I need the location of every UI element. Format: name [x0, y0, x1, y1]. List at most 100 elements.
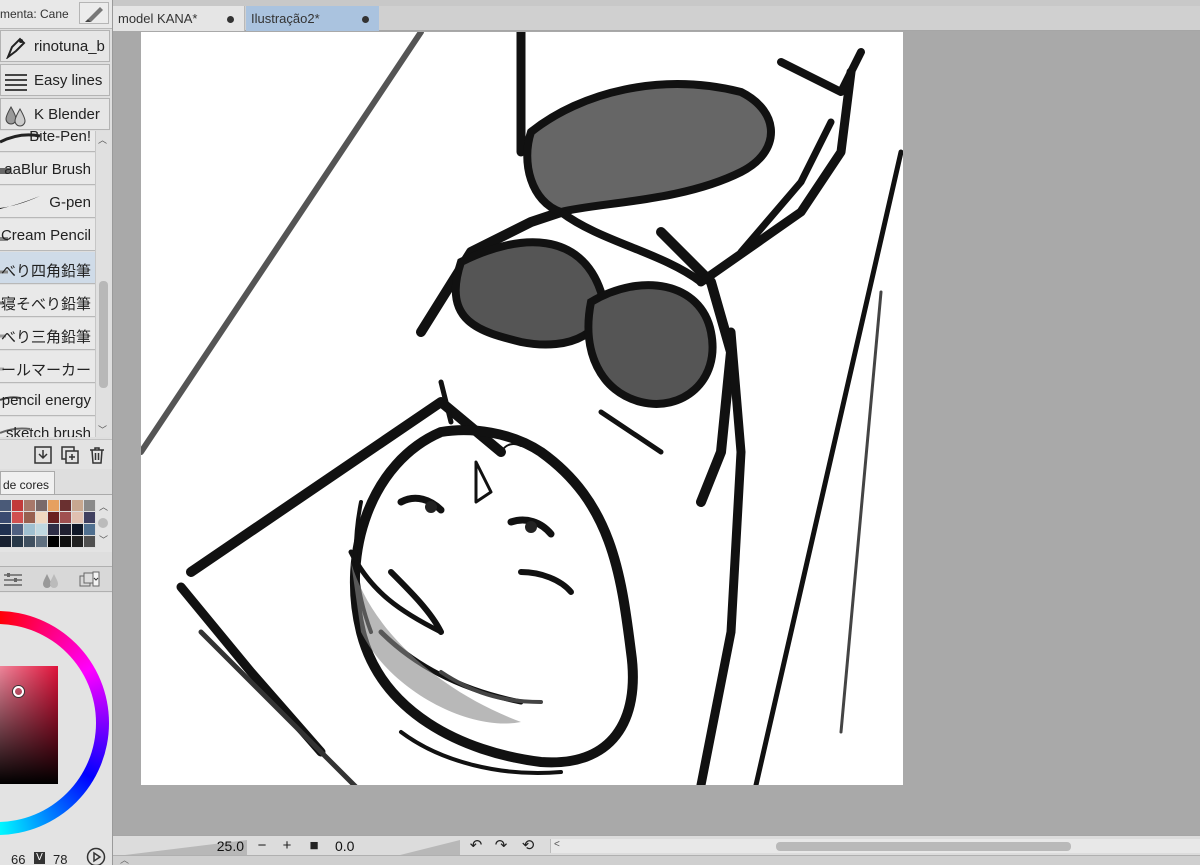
- color-swatch[interactable]: [36, 536, 48, 548]
- color-swatch[interactable]: [60, 500, 72, 512]
- brush-item[interactable]: pencil energy: [0, 384, 95, 416]
- brush-item-selected[interactable]: べり四角鉛筆: [0, 252, 95, 284]
- brush-item[interactable]: G-pen: [0, 186, 95, 218]
- color-swatch[interactable]: [0, 524, 12, 536]
- trash-icon[interactable]: [87, 445, 107, 465]
- rotation-slider[interactable]: [396, 840, 460, 856]
- brush-easy-lines[interactable]: Easy lines: [0, 64, 110, 96]
- brush-item[interactable]: Bite-Pen!: [0, 131, 95, 152]
- color-swatch[interactable]: [72, 512, 84, 524]
- brush-label: 寝そべり鉛筆: [0, 296, 91, 313]
- tab-ilustracao2[interactable]: Ilustração2*: [246, 6, 379, 31]
- brush-item[interactable]: コールマーカー: [0, 351, 95, 383]
- color-swatch[interactable]: [48, 512, 60, 524]
- color-swatch[interactable]: [0, 536, 12, 548]
- brush-k-blender[interactable]: K Blender: [0, 98, 110, 130]
- play-icon[interactable]: [86, 847, 106, 865]
- zoom-value[interactable]: 25.0: [170, 838, 248, 856]
- brush-item[interactable]: べり三角鉛筆: [0, 318, 95, 350]
- color-picker-cursor[interactable]: [13, 686, 24, 697]
- color-swatch[interactable]: [0, 512, 12, 524]
- color-swatch[interactable]: [72, 536, 84, 548]
- sliders-icon[interactable]: [2, 571, 24, 589]
- zoom-out-button[interactable]: −: [251, 837, 273, 855]
- tab-label: model KANA*: [118, 11, 198, 26]
- rotation-value[interactable]: 0.0: [331, 838, 393, 856]
- color-swatch[interactable]: [12, 524, 24, 536]
- brush-item[interactable]: aaBlur Brush: [0, 153, 95, 185]
- scrollbar-thumb[interactable]: [99, 281, 108, 388]
- sketch-artwork: [141, 32, 903, 785]
- color-swatch[interactable]: [60, 512, 72, 524]
- fit-view-button[interactable]: ■: [303, 837, 325, 855]
- color-swatch[interactable]: [0, 500, 12, 512]
- color-swatch[interactable]: [48, 524, 60, 536]
- chevron-left-icon[interactable]: <: [554, 839, 560, 850]
- chevron-up-icon[interactable]: ︿: [120, 853, 129, 865]
- brush-label: rinotuna_b: [34, 38, 105, 55]
- chevron-up-icon[interactable]: ︿: [98, 133, 107, 146]
- color-swatch-grid: [0, 500, 96, 548]
- hsv-value-1: 66: [11, 852, 26, 865]
- zoom-in-button[interactable]: +: [276, 837, 298, 855]
- tab-color-set[interactable]: de cores: [0, 471, 55, 495]
- duplicate-icon[interactable]: [60, 445, 80, 465]
- pen-nib-icon: [4, 35, 28, 60]
- tab-model-kana[interactable]: model KANA*: [113, 6, 245, 31]
- pen-tool-icon[interactable]: [79, 2, 109, 24]
- color-swatch[interactable]: [12, 500, 24, 512]
- color-swatch[interactable]: [48, 500, 60, 512]
- color-swatch[interactable]: [72, 524, 84, 536]
- color-swatch[interactable]: [72, 500, 84, 512]
- color-swatch[interactable]: [60, 524, 72, 536]
- drops-icon[interactable]: [40, 571, 62, 589]
- color-set-panel: ︿ ﹀: [0, 494, 112, 552]
- reset-rotation-icon[interactable]: ⟲: [517, 837, 539, 855]
- color-swatch[interactable]: [84, 536, 96, 548]
- layers-icon[interactable]: [78, 571, 100, 589]
- brush-label: pencil energy: [1, 392, 91, 409]
- color-swatch[interactable]: [84, 524, 96, 536]
- brush-label: べり四角鉛筆: [0, 263, 91, 280]
- brush-item[interactable]: 寝そべり鉛筆: [0, 285, 95, 317]
- document-tab-bar: model KANA* Ilustração2*: [113, 0, 1200, 31]
- brush-list-scrollbar[interactable]: ︿ ﹀: [95, 131, 110, 437]
- chevron-down-icon[interactable]: ﹀: [99, 533, 108, 546]
- color-swatch[interactable]: [24, 524, 36, 536]
- scrollbar-thumb[interactable]: [98, 518, 108, 528]
- brush-label: Bite-Pen!: [29, 131, 91, 145]
- color-swatch[interactable]: [36, 524, 48, 536]
- color-swatch[interactable]: [24, 500, 36, 512]
- unsaved-dot-icon[interactable]: [362, 16, 369, 23]
- lines-icon: [4, 69, 28, 93]
- rotate-left-icon[interactable]: ↶: [465, 837, 487, 855]
- chevron-down-icon[interactable]: ﹀: [98, 423, 107, 436]
- color-swatch[interactable]: [48, 536, 60, 548]
- brush-rinotuna[interactable]: rinotuna_b: [0, 30, 110, 62]
- color-swatch[interactable]: [12, 536, 24, 548]
- color-swatch[interactable]: [24, 536, 36, 548]
- scrollbar-thumb[interactable]: [776, 842, 1071, 851]
- brush-item[interactable]: sketch brush: [0, 417, 95, 437]
- color-swatch[interactable]: [84, 500, 96, 512]
- horizontal-scrollbar[interactable]: <: [550, 839, 1200, 853]
- color-panel-tabs: [0, 566, 112, 592]
- color-swatch[interactable]: [84, 512, 96, 524]
- color-swatch[interactable]: [60, 536, 72, 548]
- color-swatch[interactable]: [24, 512, 36, 524]
- canvas-workspace[interactable]: [113, 31, 1200, 835]
- color-swatch[interactable]: [12, 512, 24, 524]
- download-icon[interactable]: [33, 445, 53, 465]
- brush-label: Cream Pencil: [0, 227, 91, 244]
- chevron-up-icon[interactable]: ︿: [99, 500, 108, 513]
- brush-label: べり三角鉛筆: [0, 329, 91, 346]
- rotate-right-icon[interactable]: ↷: [490, 837, 512, 855]
- color-swatch[interactable]: [36, 500, 48, 512]
- unsaved-dot-icon[interactable]: [227, 16, 234, 23]
- clip-studio-window: menta: Cane rinotuna_b Easy lines K Blen…: [0, 0, 1200, 865]
- brush-item[interactable]: Cream Pencil: [0, 219, 95, 251]
- swatch-scrollbar[interactable]: ︿ ﹀: [96, 500, 110, 546]
- drawing-canvas[interactable]: [141, 32, 903, 785]
- color-swatch[interactable]: [36, 512, 48, 524]
- saturation-value-square[interactable]: [0, 666, 58, 784]
